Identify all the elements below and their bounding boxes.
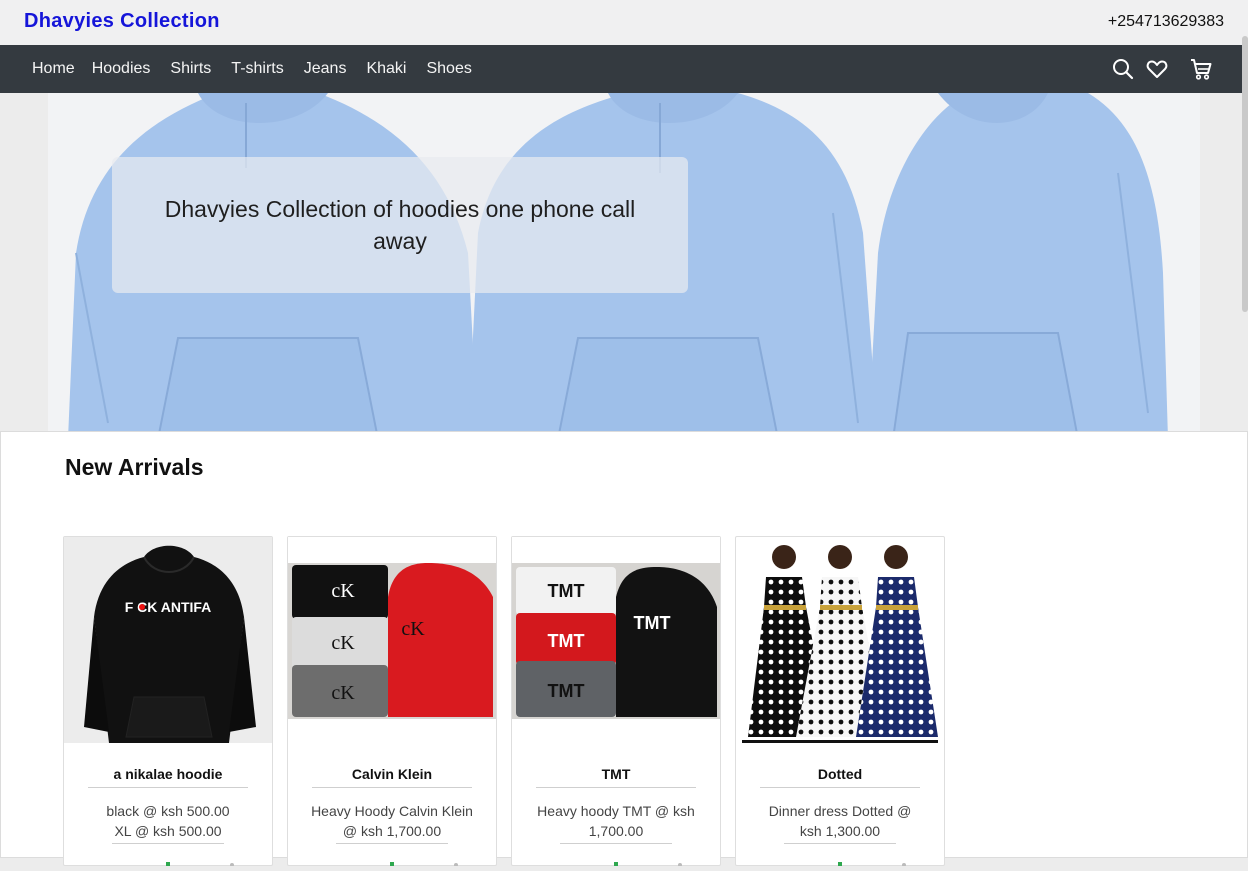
product-description: black @ ksh 500.00 XL @ ksh 500.00 bbox=[76, 801, 260, 841]
nav-link-hoodies[interactable]: Hoodies bbox=[92, 60, 151, 78]
phone-number[interactable]: +254713629383 bbox=[1108, 13, 1224, 31]
page-scrollbar[interactable] bbox=[1242, 36, 1248, 312]
product-desc-line: Dinner dress Dotted @ bbox=[768, 803, 912, 819]
nav-link-tshirts[interactable]: T-shirts bbox=[231, 60, 283, 78]
svg-text:cK: cK bbox=[331, 682, 355, 704]
product-image[interactable] bbox=[736, 537, 944, 743]
product-name[interactable]: Dotted bbox=[736, 766, 944, 782]
product-actions[interactable] bbox=[288, 853, 496, 867]
product-name[interactable]: TMT bbox=[512, 766, 720, 782]
divider bbox=[760, 787, 920, 788]
product-desc-line: XL @ ksh 500.00 bbox=[114, 823, 222, 839]
divider bbox=[312, 787, 472, 788]
main-content: New Arrivals F CK ANTIFA a nikalae hoodi… bbox=[0, 431, 1248, 867]
product-name[interactable]: Calvin Klein bbox=[288, 766, 496, 782]
product-card[interactable]: TMT TMT TMT TMT TMT Heavy hoody TMT @ ks… bbox=[511, 536, 721, 867]
top-bar: Dhavyies Collection +254713629383 bbox=[0, 0, 1248, 45]
hero-banner[interactable]: Dhavyies Collection of hoodies one phone… bbox=[48, 93, 1200, 439]
nav-link-shirts[interactable]: Shirts bbox=[170, 60, 211, 78]
product-actions[interactable] bbox=[64, 853, 272, 867]
section-title: New Arrivals bbox=[65, 454, 204, 480]
product-image[interactable]: F CK ANTIFA bbox=[64, 537, 272, 743]
svg-text:TMT: TMT bbox=[634, 613, 671, 633]
divider bbox=[536, 787, 696, 788]
nav-link-home[interactable]: Home bbox=[32, 60, 75, 78]
svg-text:cK: cK bbox=[401, 618, 425, 640]
divider bbox=[336, 843, 448, 844]
main-navbar: Home Hoodies Shirts T-shirts Jeans Khaki… bbox=[0, 45, 1248, 93]
product-desc-line: 1,700.00 bbox=[588, 823, 644, 839]
product-description: Dinner dress Dotted @ ksh 1,300.00 bbox=[748, 801, 932, 841]
product-description: Heavy hoody TMT @ ksh 1,700.00 bbox=[524, 801, 708, 841]
product-desc-line: ksh 1,300.00 bbox=[799, 823, 881, 839]
product-image[interactable]: TMT TMT TMT TMT bbox=[512, 537, 720, 743]
divider bbox=[560, 843, 672, 844]
divider bbox=[784, 843, 896, 844]
hero-caption: Dhavyies Collection of hoodies one phone… bbox=[112, 157, 688, 293]
product-name[interactable]: a nikalae hoodie bbox=[64, 766, 272, 782]
product-print-text: TMT bbox=[548, 581, 585, 601]
divider bbox=[88, 787, 248, 788]
product-print-text: cK bbox=[331, 580, 355, 602]
product-card[interactable]: Dotted Dinner dress Dotted @ ksh 1,300.0… bbox=[735, 536, 945, 867]
product-desc-line: black @ ksh 500.00 bbox=[106, 803, 230, 819]
svg-text:cK: cK bbox=[331, 632, 355, 654]
product-card[interactable]: cK cK cK cK Calvin Klein Heavy Hoody Cal… bbox=[287, 536, 497, 867]
svg-text:TMT: TMT bbox=[548, 631, 585, 651]
brand-logo[interactable]: Dhavyies Collection bbox=[24, 10, 220, 33]
product-image[interactable]: cK cK cK cK bbox=[288, 537, 496, 743]
product-description: Heavy Hoody Calvin Klein @ ksh 1,700.00 bbox=[300, 801, 484, 841]
nav-link-jeans[interactable]: Jeans bbox=[304, 60, 347, 78]
search-icon[interactable] bbox=[1112, 58, 1134, 80]
product-actions[interactable] bbox=[736, 853, 944, 867]
nav-link-khaki[interactable]: Khaki bbox=[366, 60, 406, 78]
nav-icons bbox=[1100, 45, 1212, 93]
nav-link-shoes[interactable]: Shoes bbox=[426, 60, 471, 78]
heart-icon[interactable] bbox=[1146, 58, 1168, 80]
cart-icon[interactable] bbox=[1190, 58, 1212, 80]
hero-caption-text: Dhavyies Collection of hoodies one phone… bbox=[164, 196, 636, 254]
product-card[interactable]: F CK ANTIFA a nikalae hoodie black @ ksh… bbox=[63, 536, 273, 867]
product-desc-line: @ ksh 1,700.00 bbox=[342, 823, 442, 839]
product-print-text: F CK ANTIFA bbox=[125, 599, 212, 615]
svg-text:TMT: TMT bbox=[548, 681, 585, 701]
divider bbox=[112, 843, 224, 844]
product-desc-line: Heavy Hoody Calvin Klein bbox=[311, 803, 473, 819]
nav-links: Home Hoodies Shirts T-shirts Jeans Khaki… bbox=[32, 45, 492, 93]
product-desc-line: Heavy hoody TMT @ ksh bbox=[537, 803, 695, 819]
product-actions[interactable] bbox=[512, 853, 720, 867]
